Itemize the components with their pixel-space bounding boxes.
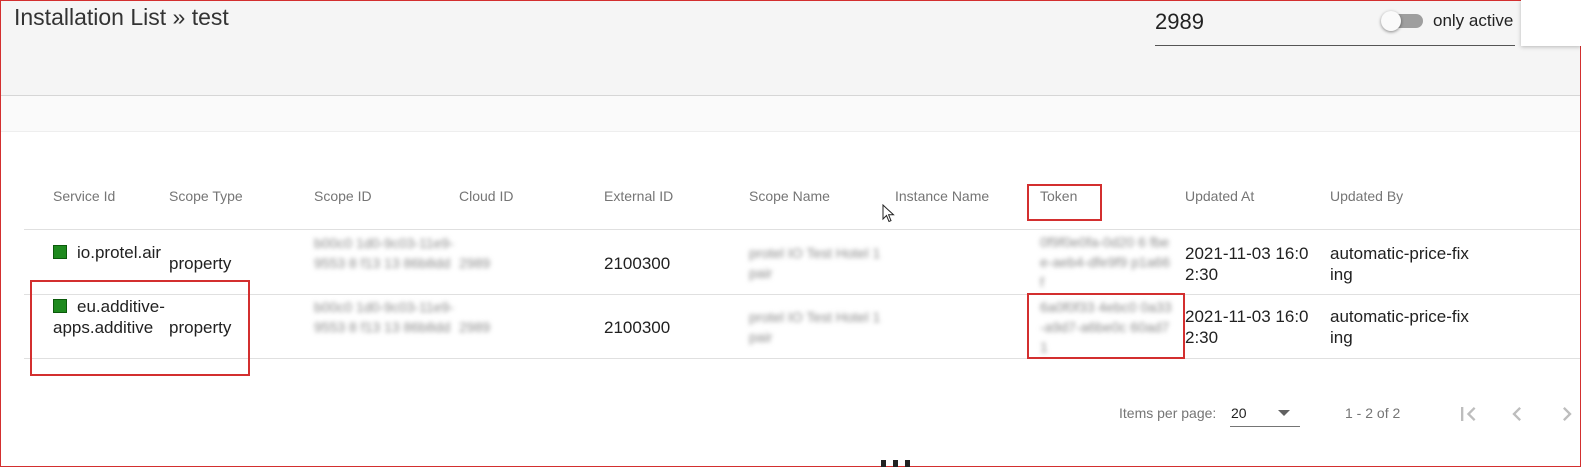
col-scope-id[interactable]: Scope ID <box>314 188 372 204</box>
page-size-value: 20 <box>1231 405 1247 421</box>
row-divider <box>24 358 1580 359</box>
filter-band <box>1 96 1580 132</box>
page-range-label: 1 - 2 of 2 <box>1345 405 1401 421</box>
scope-name-cell: protel IO Test Hotel 1 pair <box>749 309 881 345</box>
updated-by-cell: automatic-price-fixing <box>1330 244 1469 284</box>
only-active-toggle[interactable] <box>1381 11 1425 31</box>
updated-by-cell: automatic-price-fixing <box>1330 307 1469 347</box>
toggle-thumb <box>1381 11 1401 31</box>
mouse-cursor-icon <box>882 204 895 223</box>
dropdown-arrow-icon <box>1278 410 1290 416</box>
row-divider <box>24 294 1580 295</box>
col-scope-type[interactable]: Scope Type <box>169 188 243 204</box>
service-id-cell: io.protel.air <box>53 242 165 263</box>
updated-at-cell: 2021-11-03 16:02:30 <box>1185 307 1309 347</box>
col-external-id[interactable]: External ID <box>604 188 673 204</box>
service-id-highlight <box>30 280 250 376</box>
col-scope-name[interactable]: Scope Name <box>749 188 830 204</box>
cloud-id-cell: 2989 <box>459 319 491 335</box>
more-dots-icon <box>881 460 910 467</box>
toolbar-action-button[interactable] <box>1521 0 1581 46</box>
status-active-icon <box>53 245 67 259</box>
updated-at-cell: 2021-11-03 16:02:30 <box>1185 244 1309 284</box>
col-cloud-id[interactable]: Cloud ID <box>459 188 513 204</box>
service-id-text: io.protel.air <box>77 243 162 262</box>
col-instance-name[interactable]: Instance Name <box>895 188 989 204</box>
items-per-page-label: Items per page: <box>1119 405 1217 421</box>
external-id-cell: 2100300 <box>604 318 671 337</box>
external-id-cell: 2100300 <box>604 254 671 273</box>
col-updated-at[interactable]: Updated At <box>1185 188 1254 204</box>
page-title: Installation List » test <box>14 4 229 30</box>
scope-name-cell: protel IO Test Hotel 1 pair <box>749 245 881 281</box>
header-divider <box>24 229 1580 230</box>
chevron-left-icon[interactable] <box>1503 400 1531 428</box>
only-active-label: only active <box>1433 11 1514 30</box>
scope-id-cell: b00c0 1d0-9c03-11e9-9553 8 f13 13 86b8dd <box>314 235 454 271</box>
first-page-icon[interactable] <box>1454 400 1482 428</box>
page-size-select[interactable]: 20 <box>1230 402 1300 427</box>
token-cell-highlight <box>1027 293 1185 359</box>
col-service-id[interactable]: Service Id <box>53 188 115 204</box>
scope-id-cell: b00c0 1d0-9c03-11e9-9553 8 f13 13 86b8dd <box>314 299 454 335</box>
cloud-id-cell: 2989 <box>459 255 491 271</box>
token-cell: 0f9f0e0fa-0d20 6 fbee-aeb4-dfe9f9 p1a66 … <box>1040 234 1170 290</box>
chevron-right-icon[interactable] <box>1553 400 1581 428</box>
token-header-highlight <box>1027 184 1102 221</box>
col-updated-by[interactable]: Updated By <box>1330 188 1403 204</box>
scope-type-cell: property <box>169 254 232 273</box>
